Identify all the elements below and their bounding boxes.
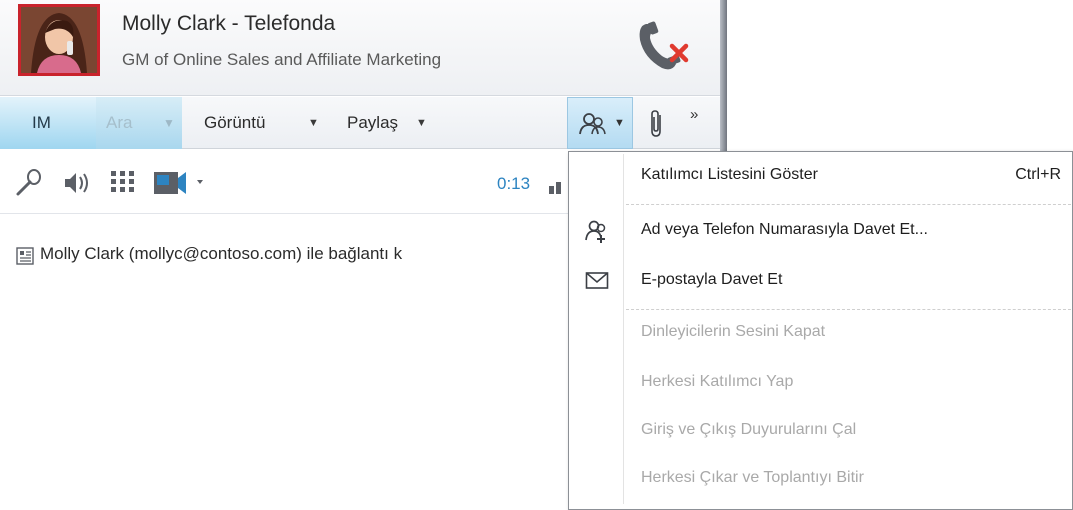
conversation-header: Molly Clark - Telefonda GM of Online Sal… xyxy=(0,0,720,96)
menu-item-label: Herkesi Katılımcı Yap xyxy=(641,373,794,390)
tab-paylas[interactable]: Paylaş xyxy=(347,97,398,149)
tab-ara[interactable]: Ara xyxy=(96,97,156,149)
tab-bar: IM Ara ▼ Görüntü ▼ Paylaş ▼ ▼ » xyxy=(0,97,720,149)
paylas-dropdown-arrow[interactable]: ▼ xyxy=(416,97,427,149)
add-people-icon xyxy=(585,220,611,249)
window-frame-edge xyxy=(720,0,727,160)
signal-strength-icon xyxy=(549,180,565,199)
menu-item-label: Ad veya Telefon Numarasıyla Davet Et... xyxy=(641,221,928,238)
participants-context-menu: Katılımcı Listesini Göster Ctrl+R Ad vey… xyxy=(568,151,1073,510)
attach-button[interactable] xyxy=(648,97,672,149)
contact-title: GM of Online Sales and Affiliate Marketi… xyxy=(122,50,442,69)
participants-button[interactable]: ▼ xyxy=(567,97,633,149)
tab-im[interactable]: IM xyxy=(0,97,96,149)
goruntu-dropdown-arrow[interactable]: ▼ xyxy=(308,97,319,149)
menu-item-label: Giriş ve Çıkış Duyurularını Çal xyxy=(641,421,857,438)
phone-hangup-icon xyxy=(639,21,689,70)
menu-item-invite-by-email[interactable]: E-postayla Davet Et xyxy=(571,258,1071,304)
participants-icon xyxy=(579,113,606,135)
tab-goruntu[interactable]: Görüntü xyxy=(204,97,265,149)
menu-item-make-everyone-attendee[interactable]: Herkesi Katılımcı Yap xyxy=(571,360,1071,406)
dial-pad-button[interactable] xyxy=(108,168,138,203)
microphone-icon xyxy=(16,169,41,196)
video-icon xyxy=(154,172,203,194)
ara-dropdown-arrow[interactable]: ▼ xyxy=(156,97,182,149)
speaker-button[interactable] xyxy=(62,168,92,203)
more-options-button[interactable]: » xyxy=(690,97,698,149)
menu-item-label: Herkesi Çıkar ve Toplantıyı Bitir xyxy=(641,469,864,486)
paperclip-icon xyxy=(651,110,661,137)
menu-item-mute-audience[interactable]: Dinleyicilerin Sesini Kapat xyxy=(571,310,1071,356)
menu-item-label: Katılımcı Listesini Göster xyxy=(641,166,818,183)
contact-card-icon xyxy=(16,247,34,270)
menu-item-label: Dinleyicilerin Sesini Kapat xyxy=(641,323,826,340)
conversation-status-message: Molly Clark (mollyc@contoso.com) ile bağ… xyxy=(40,244,403,263)
hang-up-button[interactable] xyxy=(632,18,696,74)
menu-item-shortcut: Ctrl+R xyxy=(1015,166,1061,183)
contact-name: Molly Clark - Telefonda xyxy=(122,12,336,35)
mute-mic-button[interactable] xyxy=(14,168,44,203)
participants-dropdown-arrow[interactable]: ▼ xyxy=(614,98,625,148)
menu-item-invite-by-name-or-phone[interactable]: Ad veya Telefon Numarasıyla Davet Et... xyxy=(571,208,1071,254)
envelope-icon xyxy=(585,270,609,295)
avatar[interactable] xyxy=(18,4,100,76)
call-timer: 0:13 xyxy=(497,174,531,193)
menu-item-label: E-postayla Davet Et xyxy=(641,271,783,288)
menu-item-remove-everyone-end-meeting[interactable]: Herkesi Çıkar ve Toplantıyı Bitir xyxy=(571,456,1071,502)
video-button[interactable] xyxy=(152,168,206,203)
menu-separator xyxy=(626,204,1071,205)
menu-item-show-participant-list[interactable]: Katılımcı Listesini Göster Ctrl+R xyxy=(571,153,1071,199)
speaker-icon xyxy=(65,173,88,193)
dialpad-icon xyxy=(111,171,134,192)
menu-item-play-entry-exit-announcements[interactable]: Giriş ve Çıkış Duyurularını Çal xyxy=(571,408,1071,454)
